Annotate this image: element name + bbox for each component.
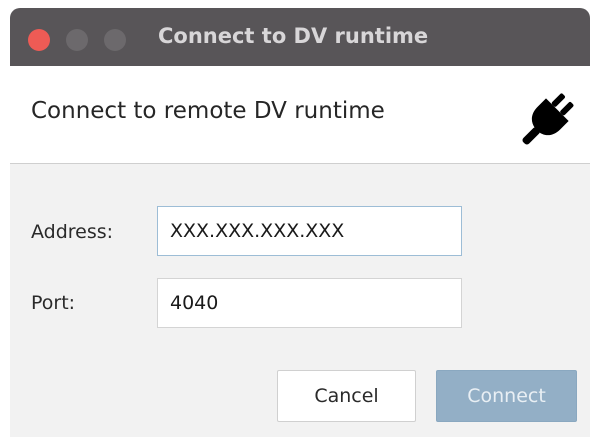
address-input[interactable] <box>157 206 462 256</box>
window-maximize-button[interactable] <box>104 29 126 51</box>
window-title: Connect to DV runtime <box>158 24 429 48</box>
dialog-header: Connect to remote DV runtime <box>10 66 590 164</box>
connect-button[interactable]: Connect <box>436 370 577 422</box>
window-minimize-button[interactable] <box>66 29 88 51</box>
cancel-button[interactable]: Cancel <box>277 370 416 422</box>
port-input[interactable] <box>157 278 462 328</box>
plug-icon <box>522 93 574 145</box>
connect-dialog: Connect to DV runtime Connect to remote … <box>10 8 590 437</box>
window-close-button[interactable] <box>28 29 50 51</box>
port-label: Port: <box>31 292 76 314</box>
address-label: Address: <box>31 221 114 243</box>
header-title: Connect to remote DV runtime <box>31 98 385 124</box>
title-bar[interactable]: Connect to DV runtime <box>10 8 590 66</box>
